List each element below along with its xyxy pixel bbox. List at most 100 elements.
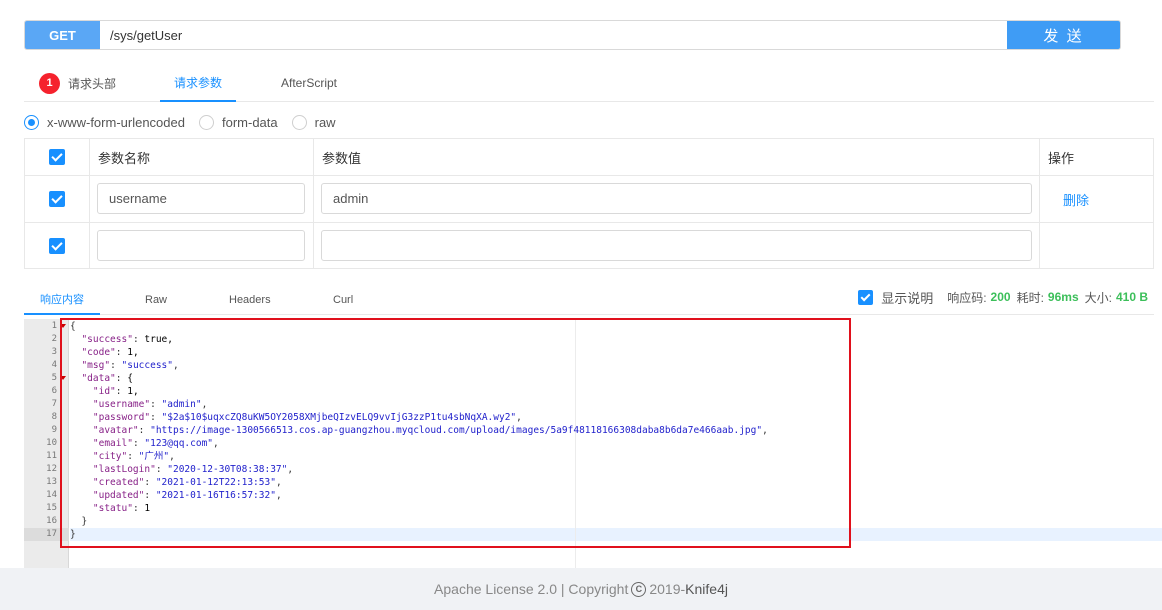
radio-label: form-data xyxy=(221,114,278,130)
line-number-gutter: 1 2 3 4 5 6 7 8 9 10 11 12 13 14 15 16 17 xyxy=(24,319,69,568)
footer-year: 2019- xyxy=(649,581,686,597)
line-number: 9 xyxy=(51,425,57,435)
table-row xyxy=(25,223,1153,268)
radio-label: raw xyxy=(314,114,336,130)
headers-count-badge: 1 xyxy=(39,72,60,94)
select-all-cell xyxy=(25,139,90,175)
code-line: } xyxy=(70,516,88,527)
param-name-input[interactable] xyxy=(97,230,305,261)
status-code-value: 200 xyxy=(990,290,1011,304)
code-line: "created": "2021-01-12T22:13:53", xyxy=(92,477,282,488)
code-line: "msg": "success", xyxy=(81,360,179,371)
size-value: 410 B xyxy=(1115,290,1148,304)
table-header-row: 参数名称 参数值 操作 xyxy=(25,139,1153,176)
line-number: 12 xyxy=(46,464,57,474)
radio-unchecked-icon xyxy=(198,114,214,130)
response-code-editor[interactable]: 1 2 3 4 5 6 7 8 9 10 11 12 13 14 15 16 17 { "success": t… xyxy=(24,319,1162,568)
line-number: 6 xyxy=(51,386,57,396)
params-table: 参数名称 参数值 操作 删除 xyxy=(24,138,1154,269)
param-value-input[interactable] xyxy=(321,230,1032,261)
show-description-checkbox[interactable] xyxy=(858,289,874,305)
line-number: 15 xyxy=(46,503,57,513)
elapsed-time-label: 耗时: xyxy=(1016,290,1044,305)
line-number: 4 xyxy=(51,360,57,370)
status-code-label: 响应码: xyxy=(947,290,987,305)
tab-request-params[interactable]: 请求参数 xyxy=(160,64,236,102)
show-description-label: 显示说明 xyxy=(881,290,934,306)
line-number: 14 xyxy=(46,490,57,500)
line-number: 3 xyxy=(51,347,57,357)
radio-checked-icon xyxy=(24,114,39,130)
copyright-icon: C xyxy=(631,581,647,597)
line-number: 2 xyxy=(51,334,57,344)
url-input[interactable] xyxy=(100,21,1007,49)
fold-toggle-icon[interactable] xyxy=(60,376,66,380)
code-line: "success": true, xyxy=(81,334,173,345)
fold-toggle-icon[interactable] xyxy=(60,324,66,328)
tab-label: AfterScript xyxy=(281,76,338,90)
radio-form-data[interactable]: form-data xyxy=(198,114,278,130)
line-number: 10 xyxy=(46,438,57,448)
elapsed-time-value: 96ms xyxy=(1047,290,1079,304)
request-tabs: 1 请求头部 请求参数 AfterScript xyxy=(24,64,1154,102)
code-area: { "success": true, "code": 1, "msg": "su… xyxy=(70,319,1162,568)
tab-raw[interactable]: Raw xyxy=(145,285,167,315)
line-number: 7 xyxy=(51,399,57,409)
page-footer: Apache License 2.0 | Copyright C 2019- K… xyxy=(0,568,1162,610)
tab-label: 请求头部 xyxy=(68,76,117,91)
param-value-cell xyxy=(314,176,1040,222)
http-method-selector[interactable]: GET xyxy=(25,21,100,49)
param-value-cell xyxy=(314,223,1040,268)
delete-link[interactable]: 删除 xyxy=(1063,190,1089,209)
code-line: "city": "广州", xyxy=(92,451,175,462)
param-name-cell xyxy=(90,223,314,268)
response-tabs: 响应内容 Raw Headers Curl 显示说明 响应码: 200 耗时: … xyxy=(24,285,1154,315)
header-actions: 操作 xyxy=(1048,150,1075,166)
row-check-cell xyxy=(25,176,90,222)
code-line: "updated": "2021-01-16T16:57:32", xyxy=(92,490,282,501)
line-number: 13 xyxy=(46,477,57,487)
line-number: 16 xyxy=(46,516,57,526)
param-value-input[interactable] xyxy=(321,183,1032,214)
code-line: "email": "123@qq.com", xyxy=(92,438,219,449)
action-cell: 删除 xyxy=(1040,176,1153,222)
tab-curl[interactable]: Curl xyxy=(333,285,353,315)
send-button[interactable]: 发 送 xyxy=(1007,21,1120,49)
code-line: { xyxy=(70,321,76,332)
size-label: 大小: xyxy=(1084,290,1112,305)
code-line: "username": "admin", xyxy=(92,399,208,410)
code-line: "code": 1, xyxy=(81,347,139,358)
line-number: 17 xyxy=(24,528,69,541)
row-checkbox[interactable] xyxy=(49,191,65,207)
line-number: 11 xyxy=(46,451,57,461)
param-name-input[interactable] xyxy=(97,183,305,214)
tab-label: 请求参数 xyxy=(173,75,222,90)
table-row: 删除 xyxy=(25,176,1153,223)
radio-label: x-www-form-urlencoded xyxy=(47,114,185,130)
code-line: "password": "$2a$10$uqxcZQ8uKW5OY2058XMj… xyxy=(92,412,522,423)
response-meta: 显示说明 响应码: 200 耗时: 96ms 大小: 410 B xyxy=(858,285,1148,309)
select-all-checkbox[interactable] xyxy=(49,149,65,165)
code-line: } xyxy=(70,529,76,540)
radio-unchecked-icon xyxy=(291,114,307,130)
tab-request-headers[interactable]: 1 请求头部 xyxy=(39,64,116,102)
radio-raw[interactable]: raw xyxy=(291,114,336,130)
header-param-value: 参数值 xyxy=(314,139,1040,175)
row-check-cell xyxy=(25,223,90,268)
radio-urlencoded[interactable]: x-www-form-urlencoded xyxy=(24,114,185,130)
header-param-name: 参数名称 xyxy=(90,139,314,175)
code-line: "data": { xyxy=(81,373,133,384)
code-line: "id": 1, xyxy=(92,386,139,397)
body-type-radio-group: x-www-form-urlencoded form-data raw xyxy=(24,113,350,131)
code-line: "lastLogin": "2020-12-30T08:38:37", xyxy=(92,464,294,475)
row-checkbox[interactable] xyxy=(49,237,65,254)
param-name-cell xyxy=(90,176,314,222)
action-cell xyxy=(1040,223,1153,268)
line-number: 8 xyxy=(51,412,57,422)
tab-headers[interactable]: Headers xyxy=(229,285,271,315)
request-url-bar: GET 发 送 xyxy=(24,20,1121,50)
tab-afterscript[interactable]: AfterScript xyxy=(281,64,337,102)
tab-response-content[interactable]: 响应内容 xyxy=(24,285,100,315)
footer-brand: Knife4j xyxy=(685,581,728,597)
footer-license: Apache License 2.0 | Copyright xyxy=(434,581,629,597)
